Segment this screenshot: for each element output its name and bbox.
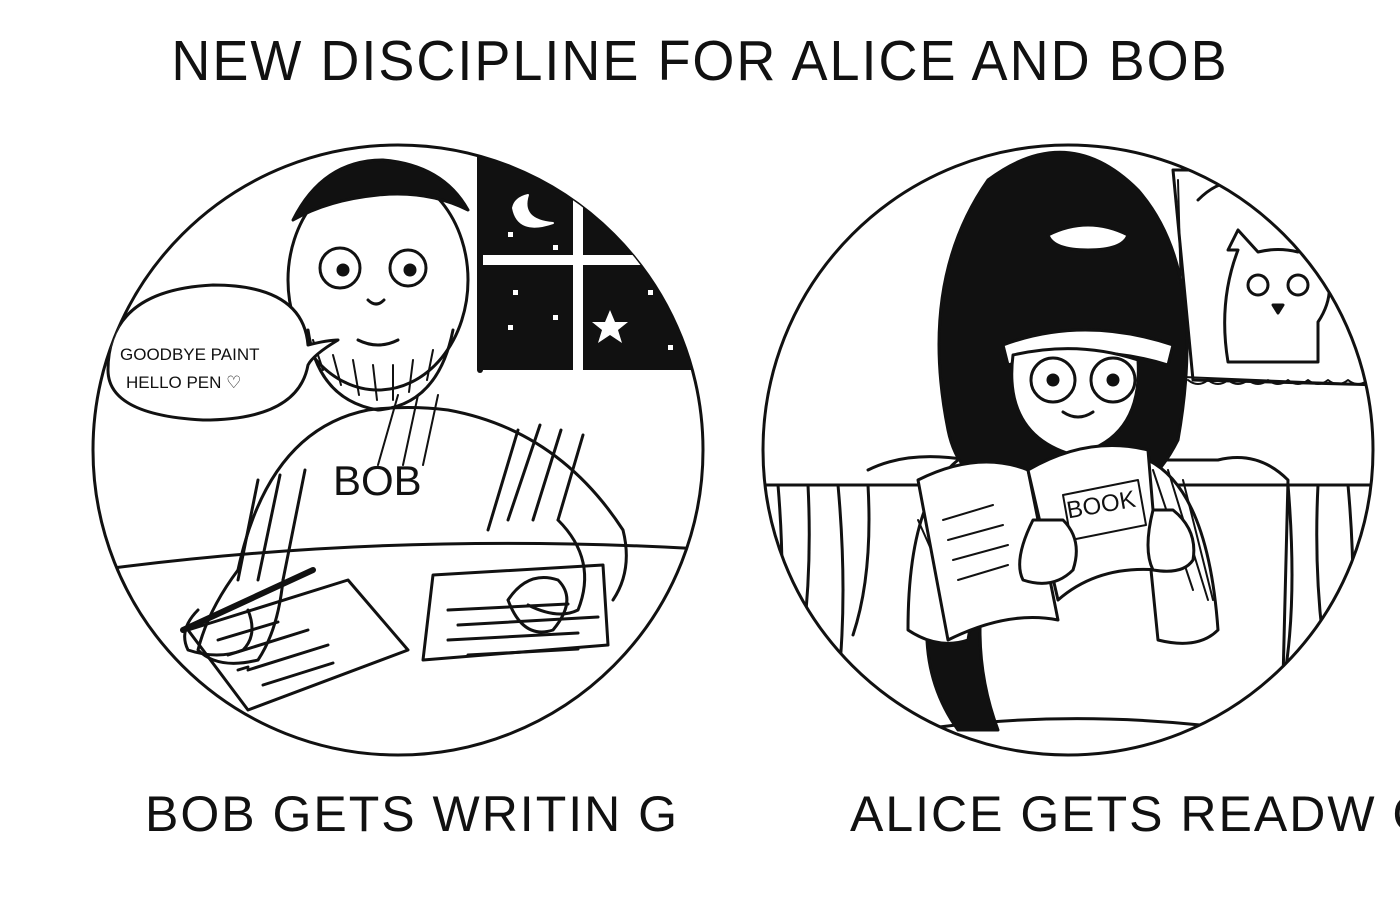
couch-seat (856, 717, 1280, 742)
alice-caption: ALICE GETS READW G (850, 786, 1400, 842)
alice-left-hand (1018, 518, 1078, 585)
paper-right (421, 563, 610, 662)
bob-panel: BOB GOODBYE PAINT HELLO PEN ♡ (88, 140, 708, 760)
bob-mouth (356, 338, 400, 347)
paper-left (186, 578, 410, 712)
bob-caption: BOB GETS WRITIN G (145, 786, 680, 842)
bubble-line-1: GOODBYE PAINT (120, 345, 260, 364)
alice-panel: BOOK (758, 140, 1378, 760)
table-edge (96, 541, 703, 572)
alice-illustration: BOOK (761, 143, 1375, 757)
speech-bubble: GOODBYE PAINT HELLO PEN ♡ (106, 283, 340, 422)
bob-torso (236, 406, 628, 602)
shirt-label: BOB (333, 457, 422, 504)
curtain-left (771, 483, 871, 687)
bob-illustration: BOB GOODBYE PAINT HELLO PEN ♡ (91, 143, 705, 757)
night-window (475, 145, 703, 375)
comic-title: NEW DISCIPLINE FOR ALICE AND BOB (171, 29, 1229, 93)
cat-picture (1171, 168, 1373, 387)
bubble-line-2: HELLO PEN ♡ (126, 373, 241, 392)
bob-hair (291, 158, 470, 222)
pen (180, 567, 316, 633)
bob-nose (366, 298, 386, 306)
